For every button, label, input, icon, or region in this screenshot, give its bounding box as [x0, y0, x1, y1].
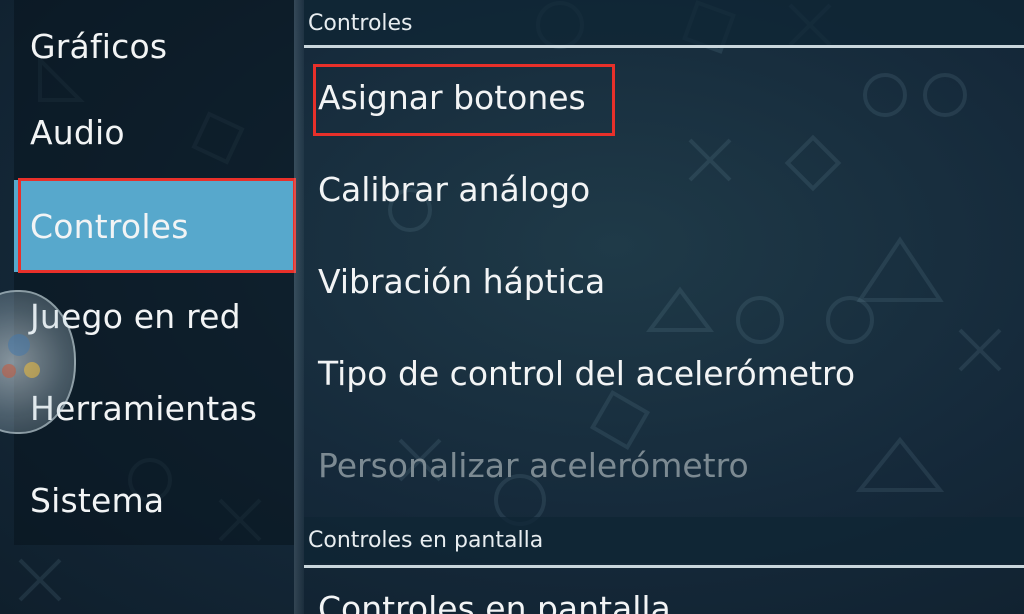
- bubble-dot: [8, 334, 30, 356]
- section-header-label: Controles en pantalla: [308, 527, 544, 553]
- menu-item-calibrar-analogo[interactable]: Calibrar análogo: [318, 159, 590, 219]
- sidebar-item-label: Controles: [30, 206, 189, 246]
- settings-sidebar: Gráficos Audio Controles Juego en red He…: [14, 0, 294, 545]
- settings-main-panel: Controles Asignar botones Calibrar análo…: [304, 0, 1024, 614]
- sidebar-item-label: Gráficos: [30, 26, 168, 66]
- panel-divider: [294, 0, 304, 614]
- sidebar-item-label: Sistema: [30, 480, 165, 520]
- sidebar-item-label: Audio: [30, 112, 125, 152]
- sidebar-item-audio[interactable]: Audio: [14, 86, 294, 178]
- ppsspp-settings-screen: Gráficos Audio Controles Juego en red He…: [0, 0, 1024, 614]
- menu-item-asignar-botones[interactable]: Asignar botones: [318, 67, 586, 127]
- menu-item-controles-en-pantalla[interactable]: Controles en pantalla: [318, 578, 671, 614]
- menu-item-vibracion-haptica[interactable]: Vibración háptica: [318, 251, 605, 311]
- menu-item-label: Asignar botones: [318, 77, 586, 117]
- menu-item-label: Vibración háptica: [318, 261, 606, 301]
- menu-item-label: Personalizar acelerómetro: [318, 445, 749, 485]
- menu-item-label: Tipo de control del acelerómetro: [318, 353, 856, 393]
- bubble-dot: [2, 364, 16, 378]
- menu-item-label: Calibrar análogo: [318, 169, 591, 209]
- sidebar-item-controles[interactable]: Controles: [14, 180, 294, 272]
- section-rule: [304, 45, 1024, 48]
- section-header-label: Controles: [308, 10, 413, 36]
- section-header-controles-en-pantalla: Controles en pantalla: [304, 517, 1024, 563]
- sidebar-item-sistema[interactable]: Sistema: [14, 454, 294, 546]
- sidebar-item-graficos[interactable]: Gráficos: [14, 0, 294, 92]
- menu-item-personalizar-acelerometro: Personalizar acelerómetro: [318, 435, 749, 495]
- section-rule: [304, 565, 1024, 568]
- section-header-controles: Controles: [304, 0, 1024, 46]
- menu-item-tipo-control-acelerometro[interactable]: Tipo de control del acelerómetro: [318, 343, 855, 403]
- menu-item-label: Controles en pantalla: [318, 588, 671, 614]
- bubble-dot: [24, 362, 40, 378]
